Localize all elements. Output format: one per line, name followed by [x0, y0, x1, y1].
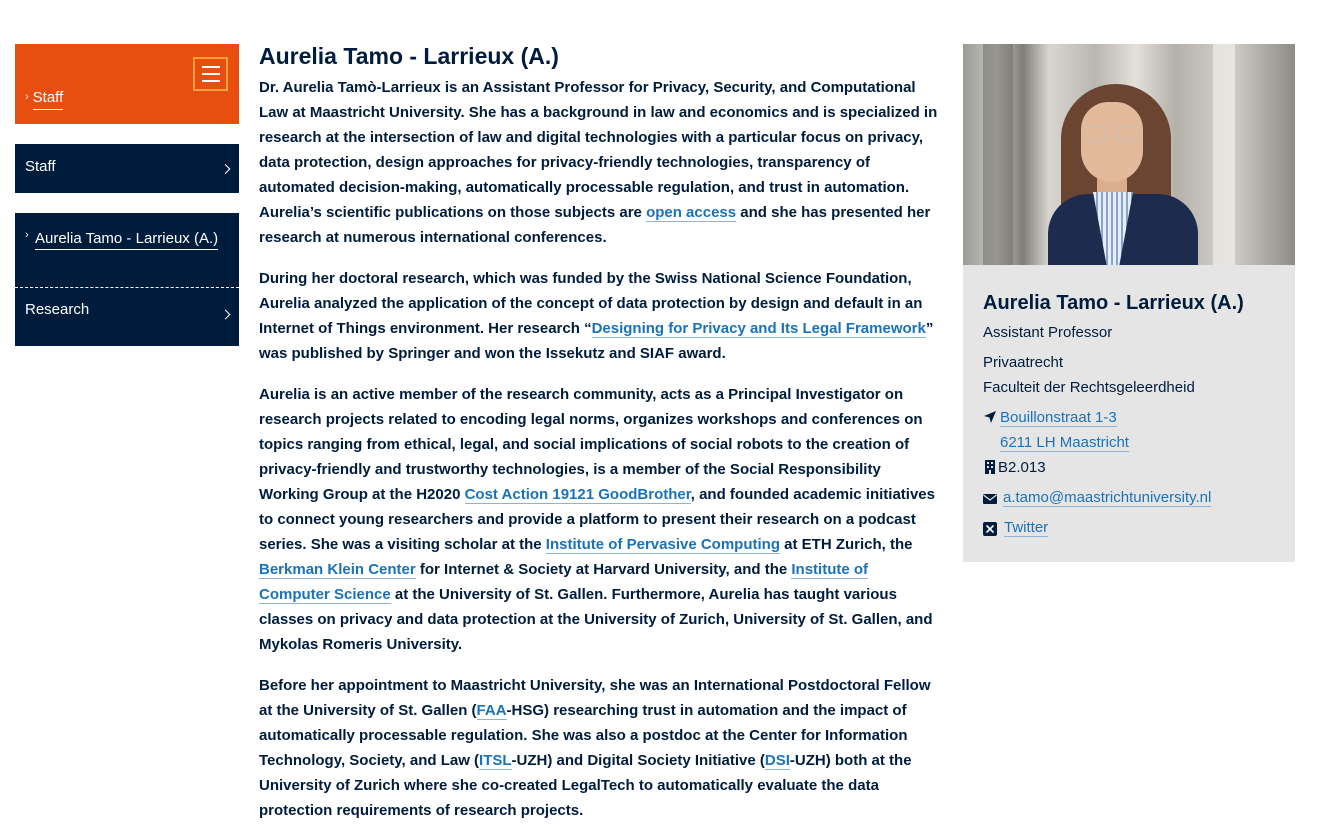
bio-paragraph-2: During her doctoral research, which was …	[259, 270, 934, 362]
open-access-link[interactable]: open access	[646, 204, 737, 222]
chevron-right-icon	[220, 309, 231, 320]
dsi-link[interactable]: DSI	[764, 752, 790, 770]
location-arrow-icon	[984, 411, 996, 423]
sidebar-item-staff[interactable]: Staff	[15, 144, 239, 193]
faa-link[interactable]: FAA	[476, 702, 507, 720]
profile-faculty: Faculteit der Rechtsgeleerdheid	[983, 379, 1195, 396]
sidebar-item-label: Staff	[25, 158, 56, 175]
chevron-right-icon: ›	[25, 91, 29, 103]
berkman-klein-link[interactable]: Berkman Klein Center	[259, 561, 416, 579]
sidebar-item-label: Aurelia Tamo - Larrieux (A.)	[35, 230, 219, 250]
address-city-link[interactable]: 6211 LH Maastricht	[1000, 434, 1129, 452]
chevron-right-icon: ›	[25, 229, 29, 241]
sidebar-item-label: Research	[25, 301, 90, 318]
main-content: Aurelia Tamo - Larrieux (A.) Dr. Aurelia…	[259, 40, 943, 825]
menu-toggle-button[interactable]	[193, 57, 228, 91]
sidebar-item-research[interactable]: Research	[15, 288, 239, 346]
chevron-right-icon	[220, 163, 231, 174]
profile-name: Aurelia Tamo - Larrieux (A.)	[983, 292, 1244, 314]
pervasive-computing-link[interactable]: Institute of Pervasive Computing	[545, 536, 780, 554]
profile-department: Privaatrecht	[983, 354, 1064, 371]
sidebar-item-current-person[interactable]: › Aurelia Tamo - Larrieux (A.)	[25, 226, 225, 251]
itsl-link[interactable]: ITSL	[479, 752, 512, 770]
profile-position: Assistant Professor	[983, 324, 1113, 341]
breadcrumb-staff-link[interactable]: › Staff	[25, 89, 64, 110]
x-twitter-icon	[983, 522, 997, 536]
page-title: Aurelia Tamo - Larrieux (A.)	[259, 43, 559, 69]
twitter-link[interactable]: Twitter	[1004, 519, 1049, 537]
room-number: B2.013	[998, 459, 1046, 476]
email-link[interactable]: a.tamo@maastrichtuniversity.nl	[1003, 489, 1212, 507]
profile-photo	[963, 44, 1295, 265]
profile-card: Aurelia Tamo - Larrieux (A.) Assistant P…	[963, 265, 1295, 562]
book-link[interactable]: Designing for Privacy and Its Legal Fram…	[591, 320, 926, 338]
building-icon	[985, 460, 995, 474]
cost-action-link[interactable]: Cost Action 19121 GoodBrother	[464, 486, 691, 504]
breadcrumb-label: Staff	[32, 89, 64, 110]
bio-paragraph-1: Dr. Aurelia Tamò-Larrieux is an Assistan…	[259, 79, 938, 246]
bio-paragraph-3: Aurelia is an active member of the resea…	[259, 386, 935, 653]
envelope-icon	[983, 494, 997, 504]
sidebar-subnav: › Aurelia Tamo - Larrieux (A.) Research	[15, 213, 239, 346]
bio-paragraph-4: Before her appointment to Maastricht Uni…	[259, 677, 931, 819]
address-street-link[interactable]: Bouillonstraat 1-3	[1000, 409, 1117, 427]
